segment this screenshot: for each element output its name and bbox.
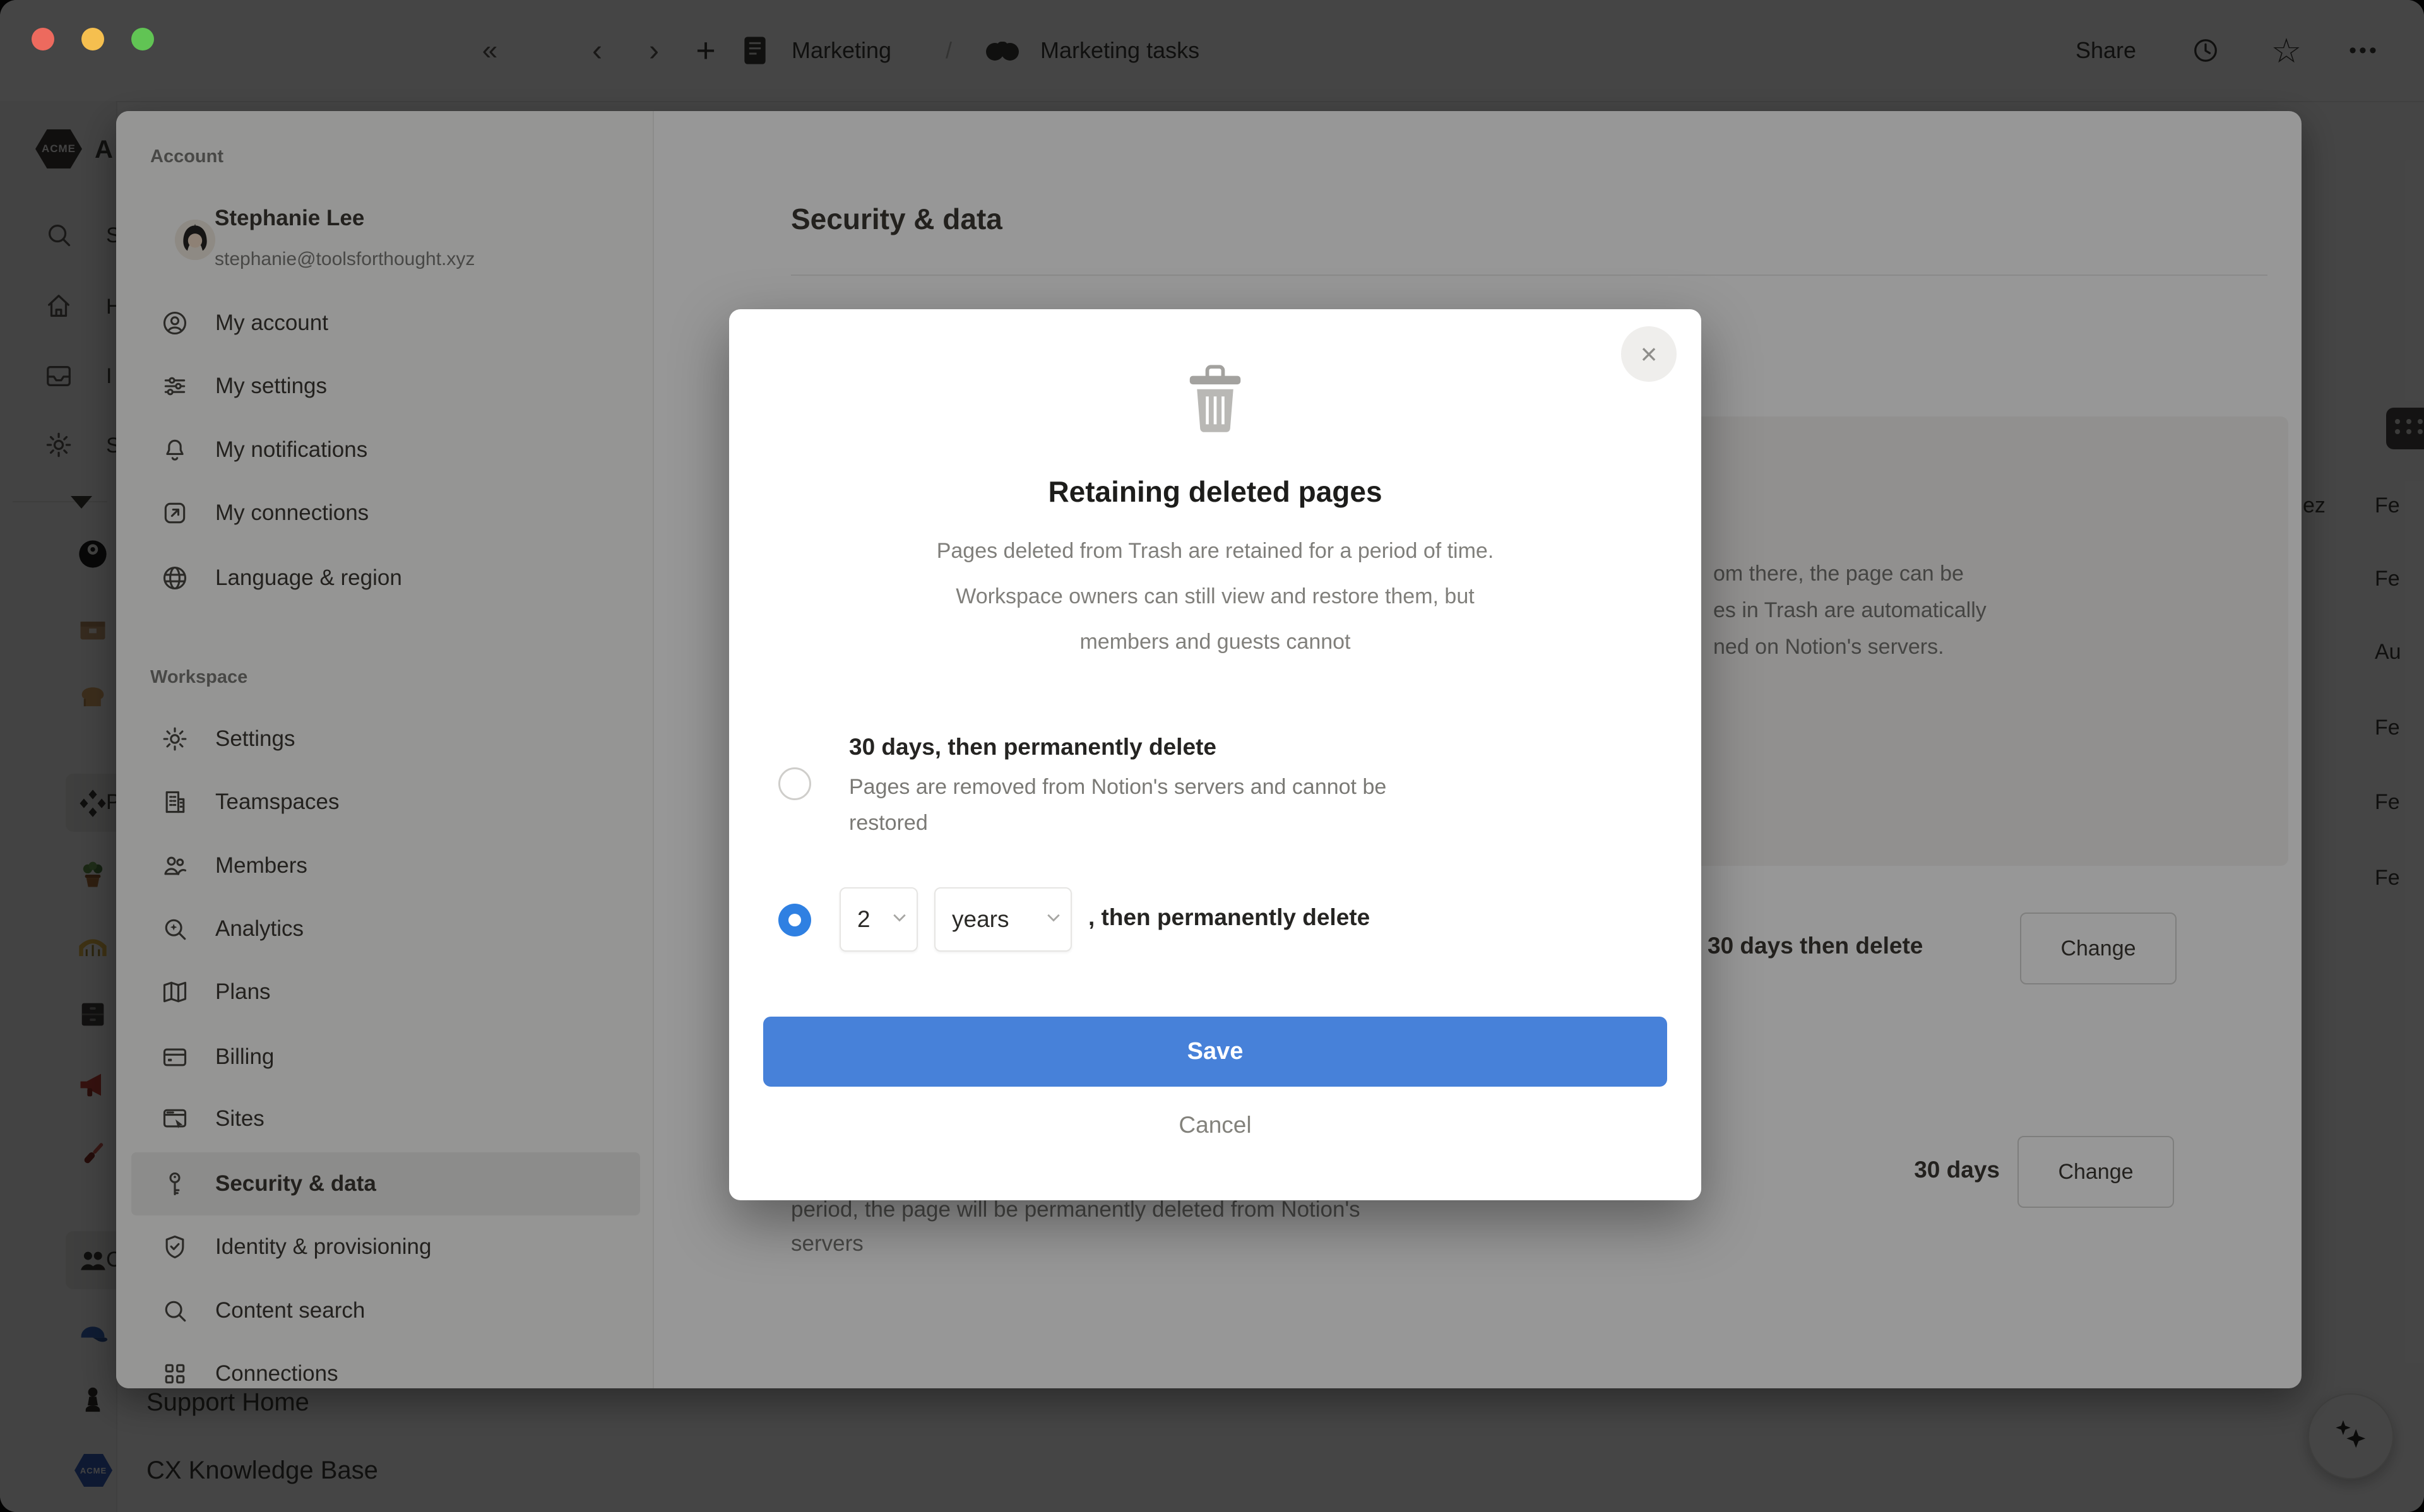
modal-description: Workspace owners can still view and rest… bbox=[729, 584, 1701, 609]
retaining-deleted-pages-modal: × Retaining deleted pages Pages deleted … bbox=[729, 309, 1701, 1200]
number-dropdown[interactable]: 2 bbox=[840, 887, 918, 952]
unit-dropdown[interactable]: years bbox=[934, 887, 1072, 952]
modal-title: Retaining deleted pages bbox=[729, 475, 1701, 509]
radio-custom-period[interactable] bbox=[778, 904, 811, 936]
save-button[interactable]: Save bbox=[763, 1017, 1667, 1087]
close-window-button[interactable] bbox=[32, 28, 54, 50]
zoom-window-button[interactable] bbox=[131, 28, 154, 50]
radio-30-days[interactable] bbox=[778, 767, 811, 800]
close-icon[interactable]: × bbox=[1621, 326, 1677, 382]
minimize-window-button[interactable] bbox=[81, 28, 104, 50]
chevron-down-icon bbox=[1047, 914, 1060, 926]
option-description: Pages are removed from Notion's servers … bbox=[849, 775, 1386, 800]
cancel-button[interactable]: Cancel bbox=[729, 1112, 1701, 1138]
chevron-down-icon bbox=[893, 914, 906, 926]
modal-description: Pages deleted from Trash are retained fo… bbox=[729, 539, 1701, 564]
option-suffix: , then permanently delete bbox=[1088, 904, 1370, 931]
option-description: restored bbox=[849, 811, 928, 836]
modal-description: members and guests cannot bbox=[729, 630, 1701, 654]
option-title: 30 days, then permanently delete bbox=[849, 734, 1216, 760]
trash-icon bbox=[1186, 365, 1244, 435]
